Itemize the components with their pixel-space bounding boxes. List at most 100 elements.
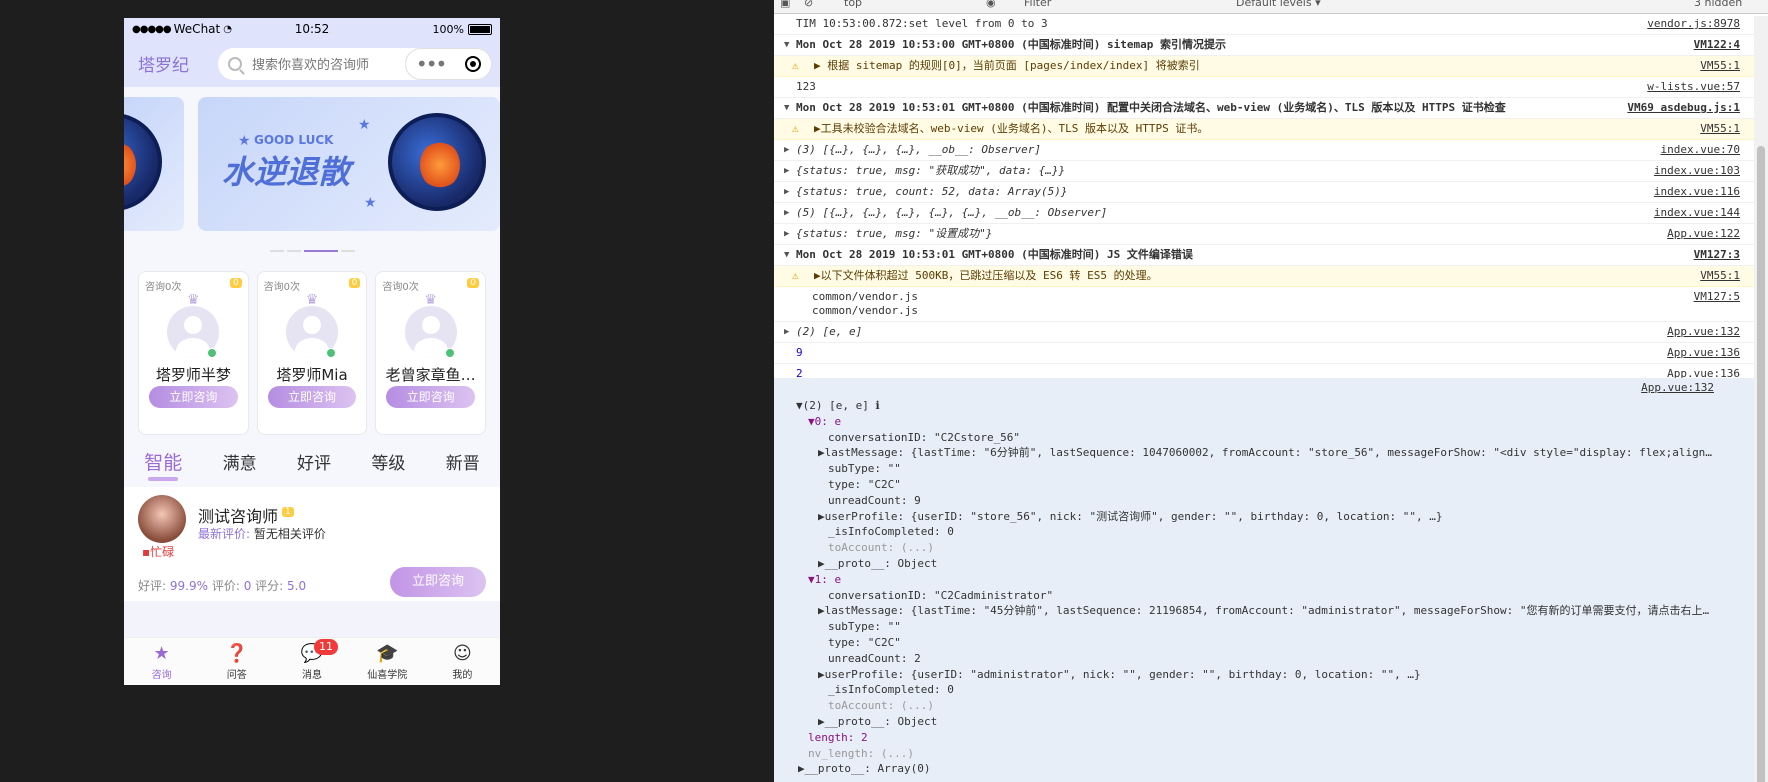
sidebar-toggle-icon[interactable]: ▣	[780, 0, 790, 9]
console-group[interactable]: ▼ Mon Oct 28 2019 10:53:00 GMT+0800 (中国标准…	[774, 35, 1768, 56]
banner-prev[interactable]	[124, 97, 184, 231]
expand-icon[interactable]: ▶	[784, 227, 789, 241]
source-link[interactable]: VM55:1	[1700, 59, 1740, 73]
console-object[interactable]: ▶ {status: true, msg: "获取成功", data: {…}} i…	[774, 161, 1768, 182]
tabbar-item-mine[interactable]: ☺ 我的	[425, 638, 500, 685]
tree-node[interactable]: toAccount: (...)	[774, 698, 1754, 714]
review-label: 最新评价:	[198, 527, 251, 541]
tab-level[interactable]: 等级	[371, 449, 405, 474]
crown-icon: ♛	[424, 292, 437, 308]
consultant-card[interactable]: 咨询0次 0 ♛ 老曾家章鱼… 立即咨询	[375, 271, 487, 435]
console-group[interactable]: ▼ Mon Oct 28 2019 10:53:01 GMT+0800 (中国标准…	[774, 245, 1768, 266]
tree-node[interactable]: ▶__proto__: Object	[774, 714, 1754, 730]
message-text: common/vendor.js	[812, 304, 918, 317]
consultant-card[interactable]: 咨询0次 0 ♛ 塔罗师半梦 立即咨询	[138, 271, 249, 435]
source-link[interactable]: index.vue:103	[1654, 164, 1740, 178]
expand-icon[interactable]: ▼	[784, 101, 789, 115]
expand-icon[interactable]: ▶	[784, 185, 789, 199]
source-link[interactable]: VM122:4	[1694, 38, 1740, 52]
console-warning[interactable]: ⚠ ▶以下文件体积超过 500KB，已跳过压缩以及 ES6 转 ES5 的处理。 V…	[774, 266, 1768, 287]
consult-button[interactable]: 立即咨询	[267, 386, 357, 408]
tree-node[interactable]: ▶userProfile: {userID: "store_56", nick:…	[774, 509, 1754, 525]
eye-icon[interactable]: ◉	[986, 0, 996, 9]
consult-button[interactable]: 立即咨询	[390, 567, 486, 597]
close-circle-icon[interactable]	[465, 55, 482, 72]
source-link[interactable]: vendor.js:8978	[1647, 17, 1740, 31]
expand-icon[interactable]: ▼	[784, 38, 789, 52]
tabbar-item-qa[interactable]: ❓ 问答	[199, 638, 274, 685]
tree-node: _isInfoCompleted: 0	[828, 525, 954, 539]
battery-icon	[468, 23, 492, 35]
brand-title: 塔罗纪	[138, 56, 189, 76]
search-input[interactable]: 搜索你喜欢的咨询师 •••	[218, 47, 492, 80]
expand-icon[interactable]: ▶	[784, 143, 789, 157]
latest-review: 最新评价: 暂无相关评价	[198, 525, 326, 542]
tabbar-item-consult[interactable]: ★ 咨询	[124, 638, 199, 685]
tab-good-review[interactable]: 好评	[297, 449, 331, 474]
review-count-label: 评价:	[211, 579, 240, 593]
tree-node[interactable]: ▼0: e	[774, 414, 1754, 430]
expand-icon[interactable]: ▶	[784, 206, 789, 220]
banner-carousel[interactable]: GOOD LUCK 水逆退散 ★ ★ ★	[124, 87, 500, 237]
tab-satisfaction[interactable]: 满意	[223, 449, 257, 474]
console-message: common/vendor.js common/vendor.js VM127:5	[774, 287, 1768, 322]
filter-input[interactable]: Filter	[1024, 0, 1051, 9]
source-link[interactable]: App.vue:132	[1641, 380, 1714, 396]
banner-current[interactable]: GOOD LUCK 水逆退散 ★ ★ ★	[198, 97, 500, 231]
source-link[interactable]: App.vue:132	[1667, 325, 1740, 339]
source-link[interactable]: VM55:1	[1700, 269, 1740, 283]
devtools-console: ▣ ⊘ top ◉ Filter Default levels ▾ 3 hidd…	[774, 0, 1768, 782]
consultant-card[interactable]: 咨询0次 0 ♛ 塔罗师Mia 立即咨询	[256, 271, 368, 435]
consult-button[interactable]: 立即咨询	[149, 386, 238, 408]
bottom-tabbar: ★ 咨询 ❓ 问答 💬 11 消息 🎓 仙喜学院 ☺ 我的	[124, 637, 500, 685]
expand-icon[interactable]: ▶	[784, 164, 789, 178]
console-warning[interactable]: ⚠ ▶ 根据 sitemap 的规则[0]，当前页面 [pages/index/i…	[774, 56, 1768, 77]
tabbar-item-academy[interactable]: 🎓 仙喜学院	[350, 638, 425, 685]
source-link[interactable]: index.vue:70	[1661, 143, 1740, 157]
source-link[interactable]: VM55:1	[1700, 122, 1740, 136]
tree-node[interactable]: ▶__proto__: Array(0)	[774, 761, 1754, 777]
console-object[interactable]: ▶ (3) [{…}, {…}, {…}, __ob__: Observer] in…	[774, 140, 1768, 161]
source-link[interactable]: VM127:3	[1694, 248, 1740, 262]
console-scrollbar[interactable]	[1754, 16, 1768, 782]
level-badge: 0	[229, 278, 242, 288]
tab-new[interactable]: 新晋	[446, 449, 480, 474]
consult-button[interactable]: 立即咨询	[386, 386, 476, 408]
tab-smart[interactable]: 智能	[144, 448, 182, 481]
source-link[interactable]: App.vue:136	[1667, 346, 1740, 360]
tree-node[interactable]: ▶lastMessage: {lastTime: "6分钟前", lastSeq…	[774, 445, 1754, 461]
source-link[interactable]: App.vue:122	[1667, 227, 1740, 241]
console-object[interactable]: ▶ (2) [e, e] App.vue:132	[774, 322, 1768, 343]
tabbar-label: 咨询	[151, 670, 172, 681]
warning-icon: ⚠	[792, 269, 799, 282]
tree-node[interactable]: ▶__proto__: Object	[774, 556, 1754, 572]
levels-select[interactable]: Default levels ▾	[1236, 0, 1321, 9]
console-object[interactable]: ▶ (5) [{…}, {…}, {…}, {…}, {…}, __ob__: O…	[774, 203, 1768, 224]
tree-node[interactable]: ▶userProfile: {userID: "administrator", …	[774, 667, 1754, 683]
source-link[interactable]: w-lists.vue:57	[1647, 80, 1740, 94]
object-tree[interactable]: App.vue:132 ▼(2) [e, e] ℹ ▼0: e conversa…	[774, 378, 1754, 782]
list-item[interactable]: 测试咨询师 1 最新评价: 暂无相关评价 ▪忙碌 好评: 99.9% 评价: 0…	[124, 487, 500, 607]
source-link[interactable]: VM127:5	[1694, 290, 1740, 304]
tree-node[interactable]: ▶lastMessage: {lastTime: "45分钟前", lastSe…	[774, 603, 1754, 619]
score-label: 评分:	[255, 579, 284, 593]
source-link[interactable]: VM69 asdebug.js:1	[1627, 101, 1740, 115]
console-group[interactable]: ▼ Mon Oct 28 2019 10:53:01 GMT+0800 (中国标准…	[774, 98, 1768, 119]
clear-console-icon[interactable]: ⊘	[804, 0, 813, 9]
console-object[interactable]: ▶ {status: true, count: 52, data: Array(5…	[774, 182, 1768, 203]
source-link[interactable]: index.vue:116	[1654, 185, 1740, 199]
expand-icon[interactable]: ▼	[784, 248, 789, 262]
source-link[interactable]: index.vue:144	[1654, 206, 1740, 220]
console-object[interactable]: ▶ {status: true, msg: "设置成功"} App.vue:122	[774, 224, 1768, 245]
more-icon[interactable]: •••	[416, 54, 447, 74]
tree-node[interactable]: toAccount: (...)	[774, 540, 1754, 556]
unread-badge: 11	[314, 639, 338, 655]
expand-icon[interactable]: ▶	[784, 325, 789, 339]
message-icon: 💬	[300, 643, 324, 664]
tree-node[interactable]: ▼(2) [e, e] ℹ	[774, 398, 1754, 414]
console-warning[interactable]: ⚠ ▶工具未校验合法域名、web-view (业务域名)、TLS 版本以及 HTT…	[774, 119, 1768, 140]
tree-node[interactable]: nv_length: (...)	[774, 746, 1754, 762]
tabbar-item-messages[interactable]: 💬 11 消息	[274, 638, 349, 685]
context-select[interactable]: top	[844, 0, 862, 9]
tree-node[interactable]: ▼1: e	[774, 572, 1754, 588]
